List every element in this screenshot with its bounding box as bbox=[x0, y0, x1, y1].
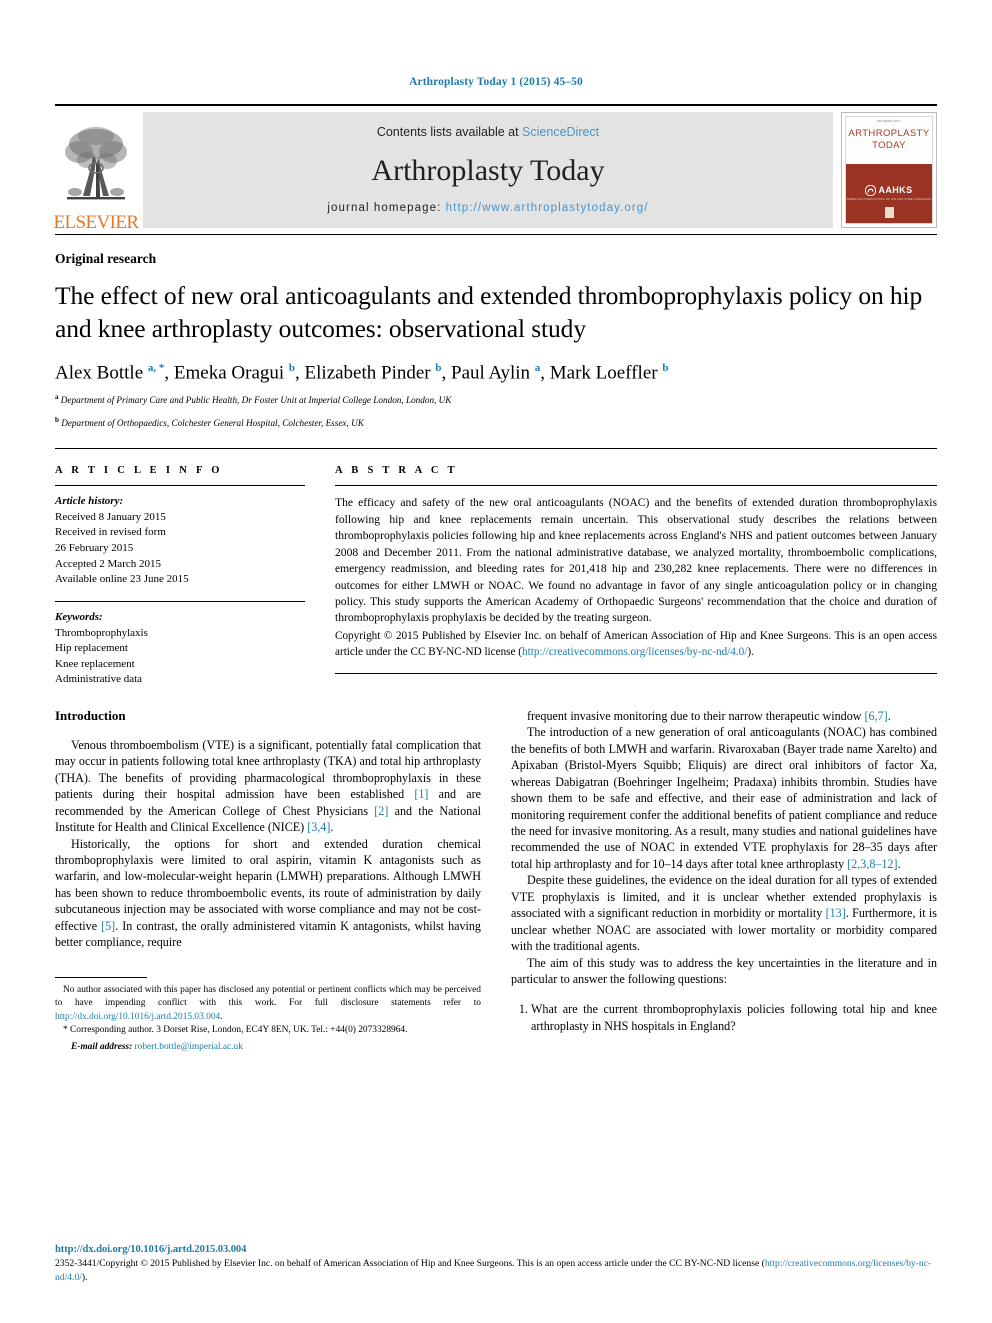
footer-copyright-b: ). bbox=[81, 1272, 88, 1284]
disclosure-text-b: . bbox=[220, 1011, 223, 1022]
cover-publisher-mark bbox=[884, 207, 894, 218]
article-history-label: Article history: bbox=[55, 495, 124, 508]
citation-ref[interactable]: [2] bbox=[374, 804, 388, 818]
page-title: The effect of new oral anticoagulants an… bbox=[55, 281, 923, 343]
elsevier-wordmark: ELSEVIER bbox=[53, 212, 140, 233]
article-info-rule bbox=[55, 485, 305, 487]
page-footer: http://dx.doi.org/10.1016/j.artd.2015.03… bbox=[55, 1244, 937, 1285]
intro-paragraph-2: Historically, the options for short and … bbox=[55, 836, 481, 951]
keyword-item: Hip replacement bbox=[55, 642, 128, 655]
footer-copyright-a: 2352-3441/Copyright © 2015 Published by … bbox=[55, 1258, 765, 1270]
journal-homepage-link[interactable]: http://www.arthroplastytoday.org/ bbox=[446, 202, 649, 214]
cover-title-line2: TODAY bbox=[872, 140, 906, 152]
cover-top: ARTHROPLASTY ARTHROPLASTY TODAY bbox=[846, 117, 932, 164]
cover-title-line1: ARTHROPLASTY bbox=[848, 128, 930, 140]
keywords-rule bbox=[55, 600, 305, 602]
keywords-label: Keywords: bbox=[55, 610, 103, 623]
footnote-rule bbox=[55, 976, 147, 978]
masthead-bottom-rule bbox=[55, 234, 937, 235]
contents-prefix: Contents lists available at bbox=[376, 125, 523, 139]
author-list: Alex Bottle a, *, Emeka Oragui b, Elizab… bbox=[55, 362, 669, 384]
disclosure-doi-link[interactable]: http://dx.doi.org/10.1016/j.artd.2015.03… bbox=[55, 1012, 220, 1022]
research-questions-list: What are the current thromboprophylaxis … bbox=[511, 1001, 937, 1034]
right-p3-a: frequent invasive monitoring due to thei… bbox=[527, 708, 865, 723]
aahks-swoosh-icon bbox=[865, 184, 877, 196]
keyword-item: Administrative data bbox=[55, 673, 143, 686]
cover-body: AAHKS AMERICAN ASSOCIATION OF HIP AND KN… bbox=[846, 163, 932, 223]
journal-title: Arthroplasty Today bbox=[371, 153, 605, 187]
aahks-logo: AAHKS bbox=[865, 184, 913, 196]
article-history-item: Accepted 2 March 2015 bbox=[55, 557, 161, 570]
intro-p2-b: . In contrast, the orally administered v… bbox=[55, 918, 481, 950]
journal-cover-thumbnail: ARTHROPLASTY ARTHROPLASTY TODAY AAHKS AM… bbox=[841, 112, 937, 228]
affiliation-b: b Department of Orthopaedics, Colchester… bbox=[55, 415, 364, 428]
article-history-item: Available online 23 June 2015 bbox=[55, 573, 189, 586]
article-type-label: Original research bbox=[55, 251, 157, 266]
affiliation-b-text: Department of Orthopaedics, Colchester G… bbox=[61, 417, 364, 428]
right-p3-b: . bbox=[887, 708, 891, 723]
article-history-item: Received in revised form bbox=[55, 526, 166, 539]
abstract-copyright-tail: ). bbox=[747, 645, 754, 658]
keyword-item: Thromboprophylaxis bbox=[55, 626, 148, 639]
abstract-copyright: Copyright © 2015 Published by Elsevier I… bbox=[335, 629, 937, 661]
citation-ref[interactable]: [2,3,8–12] bbox=[847, 857, 897, 871]
email-label: E-mail address: bbox=[71, 1041, 133, 1052]
right-paragraph-4: The introduction of a new generation of … bbox=[511, 724, 937, 872]
intro-paragraph-1: Venous thromboembolism (VTE) is a signif… bbox=[55, 737, 481, 836]
list-item: What are the current thromboprophylaxis … bbox=[531, 1001, 937, 1034]
running-head: Arthroplasty Today 1 (2015) 45–50 bbox=[409, 76, 583, 88]
email-link[interactable]: robert.bottle@imperial.ac.uk bbox=[135, 1042, 243, 1052]
citation-ref[interactable]: [13] bbox=[826, 906, 846, 920]
article-info-column: A R T I C L E I N F O Article history: R… bbox=[55, 465, 305, 688]
footnote-corresponding-author: * Corresponding author. 3 Dorset Rise, L… bbox=[63, 1025, 408, 1036]
right-paragraph-3: frequent invasive monitoring due to thei… bbox=[511, 708, 937, 724]
abstract-license-link[interactable]: http://creativecommons.org/licenses/by-n… bbox=[522, 646, 747, 658]
abstract-body: The efficacy and safety of the new oral … bbox=[335, 496, 937, 625]
abstract-rule bbox=[335, 485, 937, 487]
footer-doi-link[interactable]: http://dx.doi.org/10.1016/j.artd.2015.03… bbox=[55, 1244, 937, 1255]
sciencedirect-link[interactable]: ScienceDirect bbox=[522, 125, 599, 139]
cover-micro-text: ARTHROPLASTY bbox=[876, 120, 902, 123]
introduction-heading: Introduction bbox=[55, 707, 126, 723]
intro-p1-d: . bbox=[330, 820, 334, 835]
elsevier-logo: ELSEVIER bbox=[53, 106, 140, 234]
keyword-item: Knee replacement bbox=[55, 657, 135, 670]
footnote-disclosure: No author associated with this paper has… bbox=[55, 984, 481, 1025]
right-p4-b: . bbox=[897, 856, 901, 871]
journal-homepage-line: journal homepage: http://www.arthroplast… bbox=[327, 202, 648, 214]
cover-inner: ARTHROPLASTY ARTHROPLASTY TODAY AAHKS AM… bbox=[845, 116, 933, 224]
journal-masthead: ELSEVIER Contents lists available at Sci… bbox=[53, 104, 937, 234]
footer-copyright: 2352-3441/Copyright © 2015 Published by … bbox=[55, 1257, 937, 1285]
citation-ref[interactable]: [3,4] bbox=[307, 820, 330, 834]
citation-ref[interactable]: [1] bbox=[414, 787, 428, 801]
disclosure-text-a: No author associated with this paper has… bbox=[55, 984, 481, 1009]
right-paragraph-5: Despite these guidelines, the evidence o… bbox=[511, 872, 937, 954]
journal-article-page: Arthroplasty Today 1 (2015) 45–50 ELSEVI… bbox=[0, 0, 992, 1323]
abstract-bottom-rule bbox=[335, 672, 937, 674]
body-columns: Introduction Venous thromboembolism (VTE… bbox=[55, 708, 937, 1054]
elsevier-tree-icon bbox=[65, 127, 127, 200]
abstract-heading: A B S T R A C T bbox=[335, 465, 458, 477]
citation-ref[interactable]: [5] bbox=[101, 919, 115, 933]
article-info-heading: A R T I C L E I N F O bbox=[55, 465, 223, 477]
homepage-prefix: journal homepage: bbox=[327, 202, 446, 214]
aahks-subtitle: AMERICAN ASSOCIATION OF HIP AND KNEE SUR… bbox=[846, 196, 932, 201]
affiliation-a: a Department of Primary Care and Public … bbox=[55, 393, 452, 406]
affiliation-a-text: Department of Primary Care and Public He… bbox=[60, 395, 452, 406]
masthead-center-panel: Contents lists available at ScienceDirec… bbox=[143, 112, 833, 228]
article-history-item: 26 February 2015 bbox=[55, 542, 134, 555]
right-p4-a: The introduction of a new generation of … bbox=[511, 725, 937, 871]
body-column-left: Introduction Venous thromboembolism (VTE… bbox=[55, 708, 481, 1054]
article-history-item: Received 8 January 2015 bbox=[55, 510, 166, 523]
body-column-right: frequent invasive monitoring due to thei… bbox=[511, 708, 937, 1054]
info-abstract-block: A R T I C L E I N F O Article history: R… bbox=[55, 448, 937, 688]
contents-available-line: Contents lists available at ScienceDirec… bbox=[377, 125, 599, 139]
abstract-column: A B S T R A C T The efficacy and safety … bbox=[335, 465, 937, 688]
footnote-block: No author associated with this paper has… bbox=[55, 976, 481, 1055]
right-paragraph-6: The aim of this study was to address the… bbox=[511, 955, 937, 986]
citation-ref[interactable]: [6,7] bbox=[865, 709, 888, 723]
footnote-email: E-mail address: robert.bottle@imperial.a… bbox=[55, 1041, 481, 1055]
aahks-wordmark: AAHKS bbox=[878, 185, 913, 196]
